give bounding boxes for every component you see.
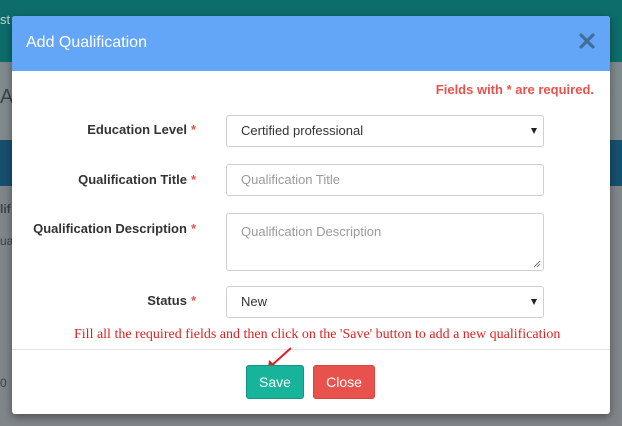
required-marker: * [190, 293, 196, 308]
qualification-description-label-text: Qualification Description [33, 221, 187, 236]
resize-grip-icon[interactable] [533, 260, 541, 268]
background-text-1: st [0, 12, 11, 27]
required-marker: * [190, 221, 196, 236]
chevron-down-icon [531, 128, 537, 134]
instruction-annotation: Fill all the required fields and then cl… [74, 327, 561, 342]
required-fields-note: Fields with * are required. [435, 82, 594, 97]
modal-title: Add Qualification [26, 34, 147, 51]
qualification-title-input[interactable]: Qualification Title [226, 164, 544, 196]
qualification-description-label: Qualification Description * [33, 221, 196, 236]
qualification-title-placeholder: Qualification Title [241, 172, 340, 187]
close-button[interactable]: Close [313, 365, 375, 399]
required-marker: * [190, 122, 196, 137]
qualification-title-label-text: Qualification Title [78, 172, 187, 187]
education-level-label: Education Level * [87, 122, 196, 137]
qualification-description-placeholder: Qualification Description [241, 224, 382, 239]
footer-divider [12, 349, 610, 350]
add-qualification-modal: Add Qualification Fields with * are requ… [12, 16, 610, 414]
background-text-3: lif [0, 202, 11, 216]
education-level-label-text: Education Level [87, 122, 187, 137]
chevron-down-icon [531, 299, 537, 305]
save-button[interactable]: Save [246, 365, 304, 399]
education-level-select[interactable]: Certified professional [226, 115, 544, 147]
background-text-5: 0 [0, 376, 7, 390]
close-icon[interactable] [578, 32, 596, 50]
qualification-description-textarea[interactable]: Qualification Description [226, 213, 544, 271]
status-label-text: Status [147, 293, 187, 308]
status-label: Status * [147, 293, 196, 308]
status-select[interactable]: New [226, 286, 544, 318]
qualification-title-label: Qualification Title * [78, 172, 196, 187]
modal-header: Add Qualification [12, 16, 610, 71]
education-level-value: Certified professional [241, 123, 364, 138]
required-marker: * [190, 172, 196, 187]
status-value: New [241, 294, 268, 309]
